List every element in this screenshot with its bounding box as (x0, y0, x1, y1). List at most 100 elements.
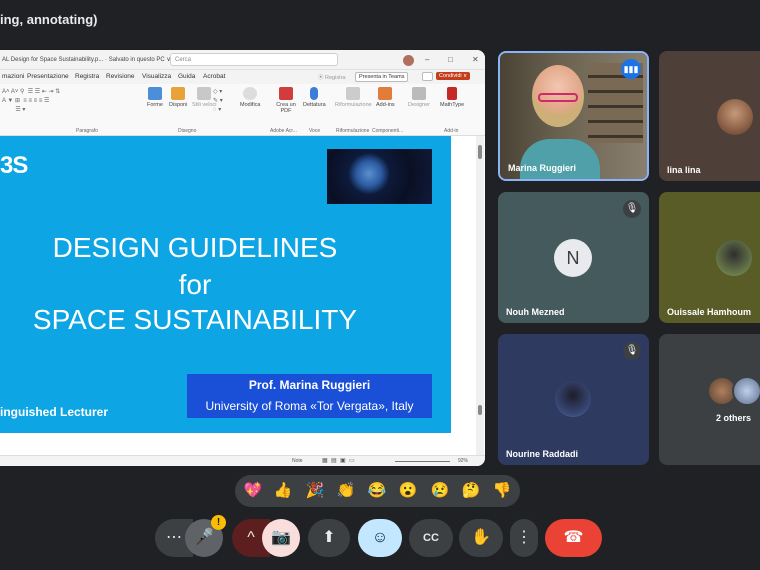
maximize-icon[interactable]: □ (448, 55, 453, 64)
captions-button[interactable]: CC (409, 519, 453, 557)
party-reaction[interactable]: 🎉 (305, 481, 325, 501)
shapes-icon (147, 87, 162, 100)
emoji-button[interactable]: ☺ (358, 519, 402, 557)
ribbon: A˄ A˅ ⚲ ☰ ☰ ⇤ ⇥ ⇅ A ▼ ⊞ ≡ ≡ ≡ ≡ ☰ ☰ ▾ For… (0, 84, 485, 136)
drawing-tools: ◇ ▾ ✎ ▾ ◌ ▾ (213, 89, 223, 113)
notes-button[interactable]: Note (292, 458, 303, 464)
heart-reaction[interactable]: 💖 (243, 481, 263, 501)
present-in-teams-button[interactable]: Presenta in Teams (355, 72, 409, 82)
meet-window: { "meeting": {"title": "ing, annotating)… (0, 0, 760, 570)
reactions-bar: 💖 👍 🎉 👏 😂 😮 😢 🤔 👎 (235, 475, 520, 507)
participant-name: Marina Ruggieri (508, 163, 577, 173)
quick-styles-icon (197, 87, 212, 100)
participant-tile-others[interactable]: 2 others (659, 334, 760, 465)
account-avatar[interactable] (403, 55, 414, 66)
record-button[interactable]: ⦿ Registra (318, 73, 346, 81)
rewrite-icon (346, 87, 361, 100)
minimize-icon[interactable]: – (425, 55, 429, 64)
glasses (538, 93, 578, 102)
participant-tile-ouissale[interactable]: Ouissale Hamhoum (659, 192, 760, 323)
addins-icon (378, 87, 393, 100)
present-icon: ⬆ (322, 529, 336, 546)
camera-off-button[interactable]: 📷 (262, 519, 300, 557)
mic-off-icon: 🎙 (623, 342, 641, 360)
speaker-affiliation: University of Roma «Tor Vergata», Italy (205, 399, 414, 413)
ribbon-dettatura[interactable]: Dettatura (303, 87, 326, 108)
menu-visualizza[interactable]: Visualizza (142, 73, 171, 80)
ribbon-forme[interactable]: Forme (147, 87, 163, 108)
thinking-reaction[interactable]: 🤔 (461, 481, 481, 501)
laugh-reaction[interactable]: 😂 (367, 481, 387, 501)
menu-guida[interactable]: Guida (178, 73, 195, 80)
scroll-thumb[interactable] (478, 145, 482, 159)
ribbon-crea-pdf[interactable]: Crea un PDF (274, 87, 298, 114)
ribbon-modifica[interactable]: Modifica (240, 87, 260, 108)
ribbon-mathtype[interactable]: MathType (440, 87, 464, 108)
participant-tile-marina[interactable]: ▮▮▮ Marina Ruggieri (498, 51, 649, 181)
pdf-icon (279, 87, 293, 100)
hand-icon: ✋ (471, 529, 491, 546)
surprised-reaction[interactable]: 😮 (398, 481, 418, 501)
paragraph-tools: A˄ A˅ ⚲ ☰ ☰ ⇤ ⇥ ⇅ A ▼ ⊞ ≡ ≡ ≡ ≡ ☰ ☰ ▾ (2, 89, 61, 113)
speaker-title: inguished Lecturer (0, 405, 109, 419)
ribbon-modifica-label: Modifica (240, 102, 261, 108)
mic-off-icon: 🎙 (623, 200, 641, 218)
menu-acrobat[interactable]: Acrobat (203, 73, 225, 80)
raise-hand-button[interactable]: ✋ (459, 519, 503, 557)
more-vert-icon: ⋮ (516, 529, 532, 546)
slide-title-line3: SPACE SUSTAINABILITY (32, 304, 358, 335)
earth-image (327, 149, 432, 204)
zoom-slider[interactable] (395, 461, 450, 462)
ribbon-addins[interactable]: Add-ins (376, 87, 395, 108)
zoom-value: 92% (458, 458, 469, 464)
others-count: 2 others (716, 413, 752, 423)
present-button[interactable]: ⬆ (308, 519, 350, 557)
meeting-title: ing, annotating) (0, 12, 98, 27)
speaker-name: Prof. Marina Ruggieri (248, 378, 371, 392)
group-paragrafo: Paragrafo (76, 128, 98, 134)
menu-presentazione[interactable]: Presentazione (27, 73, 69, 80)
group-voce: Voce (309, 128, 321, 134)
thumbs-down-reaction[interactable]: 👎 (492, 481, 512, 501)
ribbon-disponi[interactable]: Disponi (169, 87, 187, 108)
share-button[interactable]: Condividi ∨ (436, 72, 471, 80)
participant-tile-nouh[interactable]: N 🎙 Nouh Mezned (498, 192, 649, 323)
ribbon-designer[interactable]: Designer (408, 87, 430, 108)
ribbon-riformulazione-label: Riformulazione (335, 102, 372, 108)
menu-registra[interactable]: Registra (75, 73, 99, 80)
document-title: AL Design for Space Sustainability.p... … (2, 57, 171, 63)
mic-icon: 🎤 (194, 529, 214, 546)
mic-warning-badge: ! (211, 515, 226, 530)
group-adobe: Adobe Acr... (270, 128, 297, 134)
close-icon[interactable]: ✕ (472, 55, 479, 64)
ribbon-dettatura-label: Dettatura (303, 102, 326, 108)
menu-animazioni[interactable]: mazioni (2, 73, 24, 80)
more-options-button[interactable]: ⋮ (510, 519, 538, 557)
designer-icon (412, 87, 426, 100)
ribbon-riformulazione[interactable]: Riformulazione (335, 87, 372, 108)
menu-bar: mazioni Presentazione Registra Revisione… (0, 70, 485, 84)
participant-tile-lina[interactable]: lina lina (659, 51, 760, 181)
powerpoint-titlebar: AL Design for Space Sustainability.p... … (0, 50, 485, 70)
status-bar: Note ▦ ▤ ▣ ▭ 92% (0, 455, 485, 466)
comment-icon[interactable] (422, 72, 433, 81)
presentation-stage: AL Design for Space Sustainability.p... … (0, 50, 485, 466)
search-input[interactable]: Cerca (170, 53, 338, 66)
mathtype-icon (447, 87, 458, 100)
avatar (555, 381, 591, 417)
sad-reaction[interactable]: 😢 (430, 481, 450, 501)
participant-tile-nourine[interactable]: 🎙 Nourine Raddadi (498, 334, 649, 465)
participant-name: Ouissale Hamhoum (667, 307, 752, 317)
end-call-button[interactable]: ☎ (545, 519, 602, 557)
avatar (732, 376, 760, 406)
clap-reaction[interactable]: 👏 (336, 481, 356, 501)
participant-name: Nouh Mezned (506, 307, 565, 317)
menu-revisione[interactable]: Revisione (106, 73, 135, 80)
thumbs-up-reaction[interactable]: 👍 (273, 481, 293, 501)
end-call-icon: ☎ (563, 529, 584, 546)
scroll-thumb-lower[interactable] (478, 405, 482, 415)
video-person-body (520, 139, 600, 179)
view-buttons[interactable]: ▦ ▤ ▣ ▭ (322, 457, 355, 464)
slide: 3S DESIGN GUIDELINES for SPACE SUSTAINAB… (0, 136, 451, 433)
vertical-scrollbar[interactable] (476, 136, 484, 466)
